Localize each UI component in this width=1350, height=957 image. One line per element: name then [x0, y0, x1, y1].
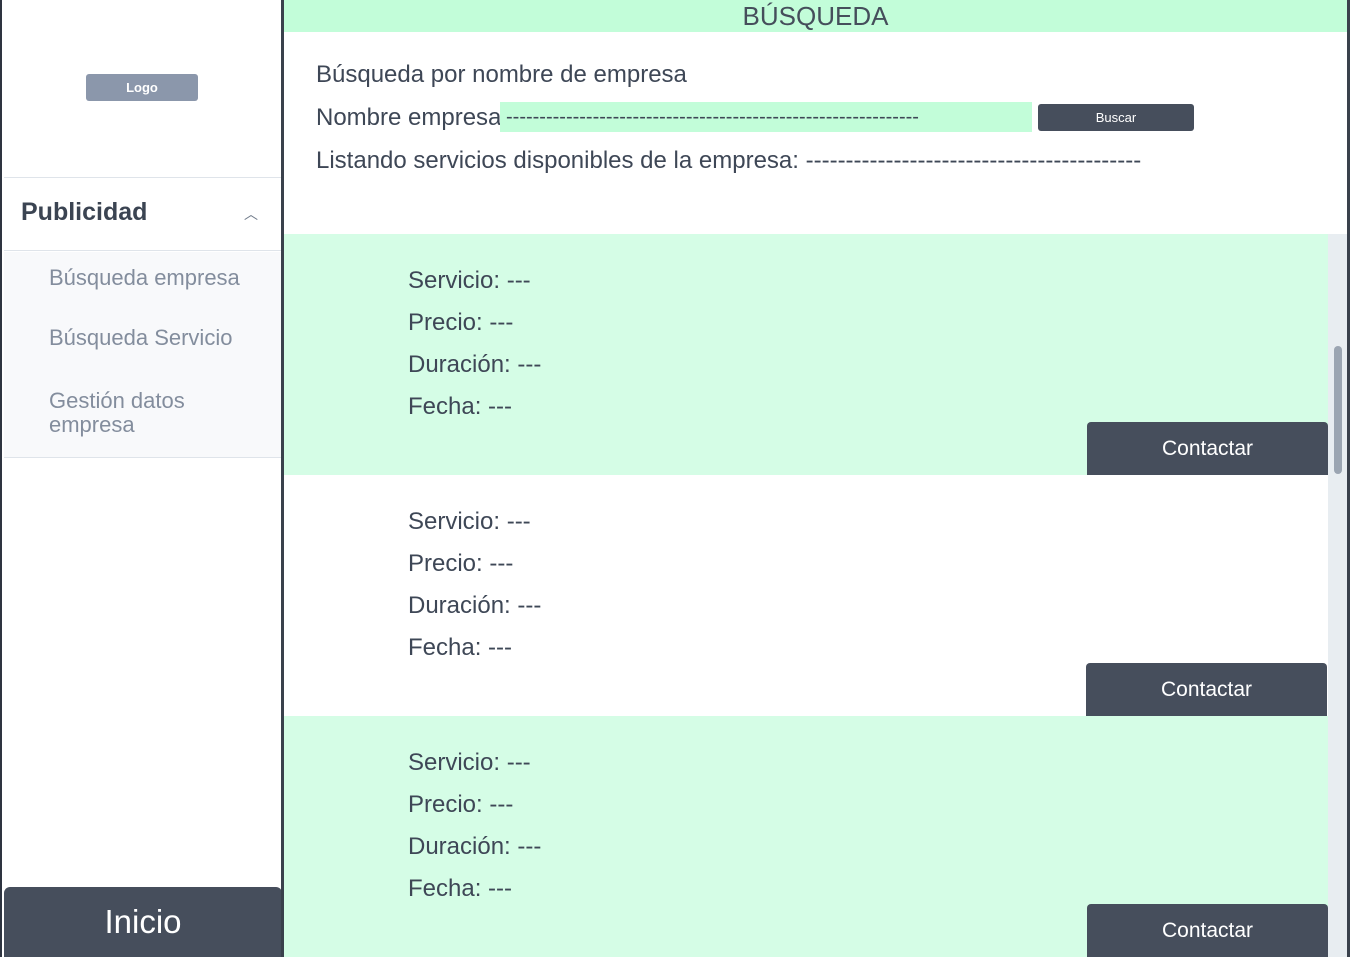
- service-duration: Duración: ---: [408, 592, 542, 619]
- scrollbar[interactable]: [1328, 234, 1347, 957]
- service-duration: Duración: ---: [408, 833, 542, 860]
- section-title: Publicidad: [21, 198, 148, 226]
- service-date: Fecha: ---: [408, 634, 513, 661]
- listing-text: Listando servicios disponibles de la emp…: [316, 147, 1142, 174]
- service-price: Precio: ---: [408, 550, 514, 577]
- service-date: Fecha: ---: [408, 393, 513, 420]
- logo: Logo: [86, 74, 198, 101]
- search-button[interactable]: Buscar: [1038, 104, 1194, 131]
- company-name-label: Nombre empresa:: [316, 104, 509, 131]
- chevron-up-icon[interactable]: ︿: [244, 204, 258, 224]
- service-card: Servicio: --- Precio: --- Duración: --- …: [284, 716, 1328, 957]
- service-date: Fecha: ---: [408, 875, 513, 902]
- services-list: Servicio: --- Precio: --- Duración: --- …: [284, 234, 1350, 957]
- contact-button[interactable]: Contactar: [1087, 422, 1328, 475]
- service-price: Precio: ---: [408, 309, 514, 336]
- sidebar: Logo Publicidad ︿ Búsqueda empresa Búsqu…: [0, 0, 282, 957]
- contact-button[interactable]: Contactar: [1086, 663, 1327, 716]
- main-content: BÚSQUEDA Búsqueda por nombre de empresa …: [284, 0, 1350, 957]
- search-title: Búsqueda por nombre de empresa: [316, 61, 687, 88]
- contact-button[interactable]: Contactar: [1087, 904, 1328, 957]
- service-price: Precio: ---: [408, 791, 514, 818]
- sidebar-item-gestion-datos[interactable]: Gestión datos empresa: [49, 389, 249, 437]
- service-name: Servicio: ---: [408, 267, 531, 294]
- service-duration: Duración: ---: [408, 351, 542, 378]
- section-header-publicidad[interactable]: Publicidad ︿: [4, 177, 282, 251]
- service-name: Servicio: ---: [408, 749, 531, 776]
- service-card: Servicio: --- Precio: --- Duración: --- …: [284, 234, 1328, 475]
- page-title: BÚSQUEDA: [284, 0, 1347, 32]
- service-card: Servicio: --- Precio: --- Duración: --- …: [284, 475, 1328, 716]
- home-button[interactable]: Inicio: [4, 887, 282, 957]
- sidebar-item-busqueda-empresa[interactable]: Búsqueda empresa: [49, 266, 249, 290]
- company-name-input[interactable]: [500, 102, 1032, 132]
- sidebar-item-busqueda-servicio[interactable]: Búsqueda Servicio: [49, 326, 249, 350]
- service-name: Servicio: ---: [408, 508, 531, 535]
- scrollbar-thumb[interactable]: [1334, 346, 1342, 474]
- section-items: Búsqueda empresa Búsqueda Servicio Gesti…: [4, 252, 282, 458]
